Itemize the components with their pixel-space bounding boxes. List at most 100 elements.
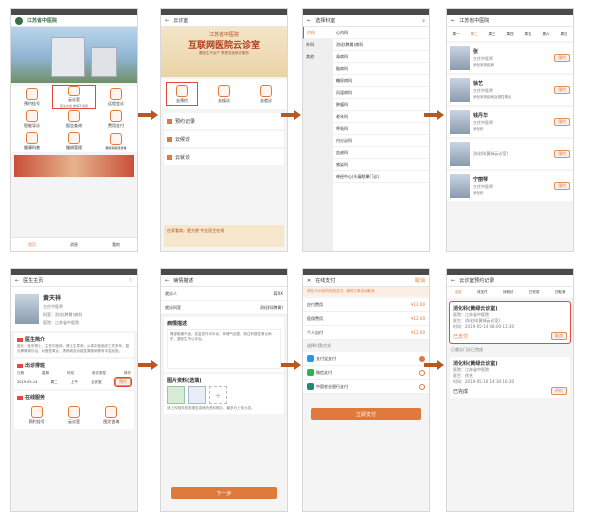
dept-item[interactable]: 脑病科 (333, 63, 429, 75)
go-appointment[interactable]: 去预约 (166, 82, 198, 106)
go-visit[interactable]: 去就诊 (251, 83, 281, 105)
visit-list-icon (167, 154, 172, 160)
doctor-row[interactable]: 宁丽琴 主任中医师 消化科 预约 (447, 171, 573, 201)
back-arrow-icon[interactable]: ← (451, 18, 455, 24)
record-tab[interactable]: 待支付 (477, 290, 488, 295)
date-tab[interactable]: 周五 (525, 32, 532, 37)
dept-item[interactable]: 内分泌科 (333, 135, 429, 147)
dept-sub-list: 心内科 消化(脾胃)病科 肾病科 脑病科 糖尿病科 风湿病科 肿瘤科 老年科 呼吸科 内分泌科 血液… (333, 27, 429, 251)
menu-chronic[interactable]: 慢病管理 (53, 130, 95, 152)
dept-item[interactable]: 风湿病科 (333, 87, 429, 99)
dept-item[interactable]: 老年科 (333, 111, 429, 123)
desc-textarea[interactable]: 胃部胀痛不适，反复发作半年余，伴嗳气反酸，既往有慢性胃炎病史，望医生予以诊治。 (167, 329, 281, 369)
menu-diabetes[interactable]: 糖尿病健康讲堂 (95, 130, 137, 152)
back-arrow-icon[interactable]: ← (165, 18, 169, 24)
dept-item[interactable]: 消化(脾胃)病科 (333, 39, 429, 51)
list-item-visit[interactable]: 云就诊 (164, 149, 284, 165)
pay-now-button[interactable]: 立即支付 (311, 408, 421, 420)
service-consult[interactable]: 图文咨询 (103, 404, 119, 426)
service-appointment[interactable]: 预约挂号 (29, 404, 45, 426)
patient-row[interactable]: 就诊人 蒋XX (161, 287, 287, 301)
doctor-row[interactable]: 张主任中医师 消化系统疾病 预约 (447, 43, 573, 73)
record-review-button[interactable]: 评价 (551, 387, 567, 395)
menu-smart-guide[interactable]: 智能导诊 (11, 108, 53, 130)
tab-home[interactable]: 首页 (11, 238, 53, 251)
menu-payment[interactable]: 费用支付 (95, 108, 137, 130)
book-button[interactable]: 预约 (554, 182, 570, 190)
alipay-icon (307, 355, 314, 362)
book-button[interactable]: 预约 (554, 118, 570, 126)
dept-category[interactable]: 内科 (303, 27, 333, 39)
cloud-appointment-icon (176, 84, 188, 97)
date-tab[interactable]: 周三 (489, 32, 496, 37)
list-item-records[interactable]: 预约记录 (164, 113, 284, 129)
book-button[interactable]: 预约 (554, 86, 570, 94)
record-tab[interactable]: 已完成 (529, 290, 540, 295)
dept-item[interactable]: 呼吸科 (333, 123, 429, 135)
waiting-list-icon (167, 136, 172, 142)
record-cancel-button[interactable]: 取消 (551, 332, 567, 340)
list-item-waiting[interactable]: 云候诊 (164, 131, 284, 147)
pay-method-abc[interactable]: 中国农业银行支付 (303, 380, 429, 394)
back-arrow-icon[interactable]: ← (165, 278, 169, 284)
menu-appointment[interactable]: 预约挂号 (11, 86, 53, 108)
record-card[interactable]: 消化科(黄绿云诊室) 医院：江苏省中医院 医生：消化科(黄绿云诊室) 时间：20… (449, 301, 571, 344)
page-title: 医生主页 (23, 278, 44, 284)
doctor-avatar (450, 142, 470, 166)
dept-category[interactable]: 外科 (303, 39, 333, 51)
pay-method-wechat[interactable]: 微信支付 (303, 366, 429, 380)
date-tab[interactable]: 周四 (507, 32, 514, 37)
screen-cloud-clinic: ← 云诊室 江苏省中医院 互联网医院云诊室 看医生不出户 享受名医就诊服务 去预… (160, 8, 288, 252)
record-card[interactable]: 消化科(黄绿云诊室) 医院：江苏省中医院 医生：徐艺 时间：2019-05-10… (450, 357, 570, 398)
pay-method-alipay[interactable]: 支付宝支付 (303, 352, 429, 366)
chronic-icon (68, 131, 80, 144)
dept-row: 就诊科室 消化科(脾胃) (161, 301, 287, 315)
back-arrow-icon[interactable]: ← (451, 278, 455, 284)
tab-mine[interactable]: 我的 (95, 238, 137, 251)
radio-button[interactable] (419, 369, 425, 376)
dept-category[interactable]: 其他 (303, 51, 333, 63)
menu-report[interactable]: 报告查询 (53, 108, 95, 130)
record-tab[interactable]: 全部 (455, 290, 462, 295)
menu-remote-consult[interactable]: 远程会诊 (95, 86, 137, 108)
dept-item[interactable]: 血液科 (333, 147, 429, 159)
doctor-row[interactable]: 钱丹华 主任中医师 消化科 预约 (447, 107, 573, 137)
date-tab[interactable]: 周日 (561, 32, 568, 37)
uploaded-image[interactable] (167, 386, 185, 404)
close-icon[interactable]: ✕ (307, 278, 311, 284)
back-arrow-icon[interactable]: ← (15, 278, 19, 284)
date-tab[interactable]: 周六 (543, 32, 550, 37)
record-tab[interactable]: 待就诊 (503, 290, 514, 295)
section-title: 在线服务 (25, 395, 46, 401)
cancel-link[interactable]: 取消 (415, 277, 425, 284)
service-cloud-clinic[interactable]: 云诊室 (67, 404, 80, 426)
heart-icon[interactable]: ♡ (129, 278, 133, 284)
menu-health-edu[interactable]: 健康科普 (11, 130, 53, 152)
add-image-button[interactable]: + (209, 386, 227, 404)
uploaded-image[interactable] (188, 386, 206, 404)
promo-banner[interactable] (14, 155, 134, 177)
doctor-name: 钱丹华 (473, 113, 489, 119)
schedule-book-button[interactable]: 预约 (113, 377, 132, 387)
doctor-row[interactable]: 徐艺 主任中医师 消化系统疾病及慢性胃炎 预约 (447, 75, 573, 105)
go-waiting[interactable]: 去候诊 (209, 83, 239, 105)
back-arrow-icon[interactable]: ← (307, 18, 311, 24)
dept-item[interactable]: 感染科 (333, 159, 429, 171)
date-tab[interactable]: 周二 (471, 32, 478, 37)
dept-item[interactable]: 糖尿病科 (333, 75, 429, 87)
radio-button[interactable] (419, 383, 425, 390)
dept-item[interactable]: 神经中心(头痛眩晕门诊) (333, 171, 429, 183)
date-tab[interactable]: 周一 (453, 32, 460, 37)
menu-cloud-clinic[interactable]: 云诊室 医生在线 看病不用跑 (52, 85, 96, 109)
next-button[interactable]: 下一步 (171, 487, 277, 499)
record-tab[interactable]: 已取消 (555, 290, 566, 295)
tab-messages[interactable]: 消息 (53, 238, 95, 251)
book-button[interactable]: 预约 (554, 150, 570, 158)
dept-item[interactable]: 心内科 (333, 27, 429, 39)
doctor-row[interactable]: 消化科(黄绿云诊室) 预约 (447, 139, 573, 169)
book-button[interactable]: 预约 (554, 54, 570, 62)
dept-item[interactable]: 肿瘤科 (333, 99, 429, 111)
dept-item[interactable]: 肾病科 (333, 51, 429, 63)
doctor-desc: 消化系统疾病及慢性胃炎 (473, 95, 512, 99)
search-icon[interactable]: ⌕ (422, 18, 425, 24)
